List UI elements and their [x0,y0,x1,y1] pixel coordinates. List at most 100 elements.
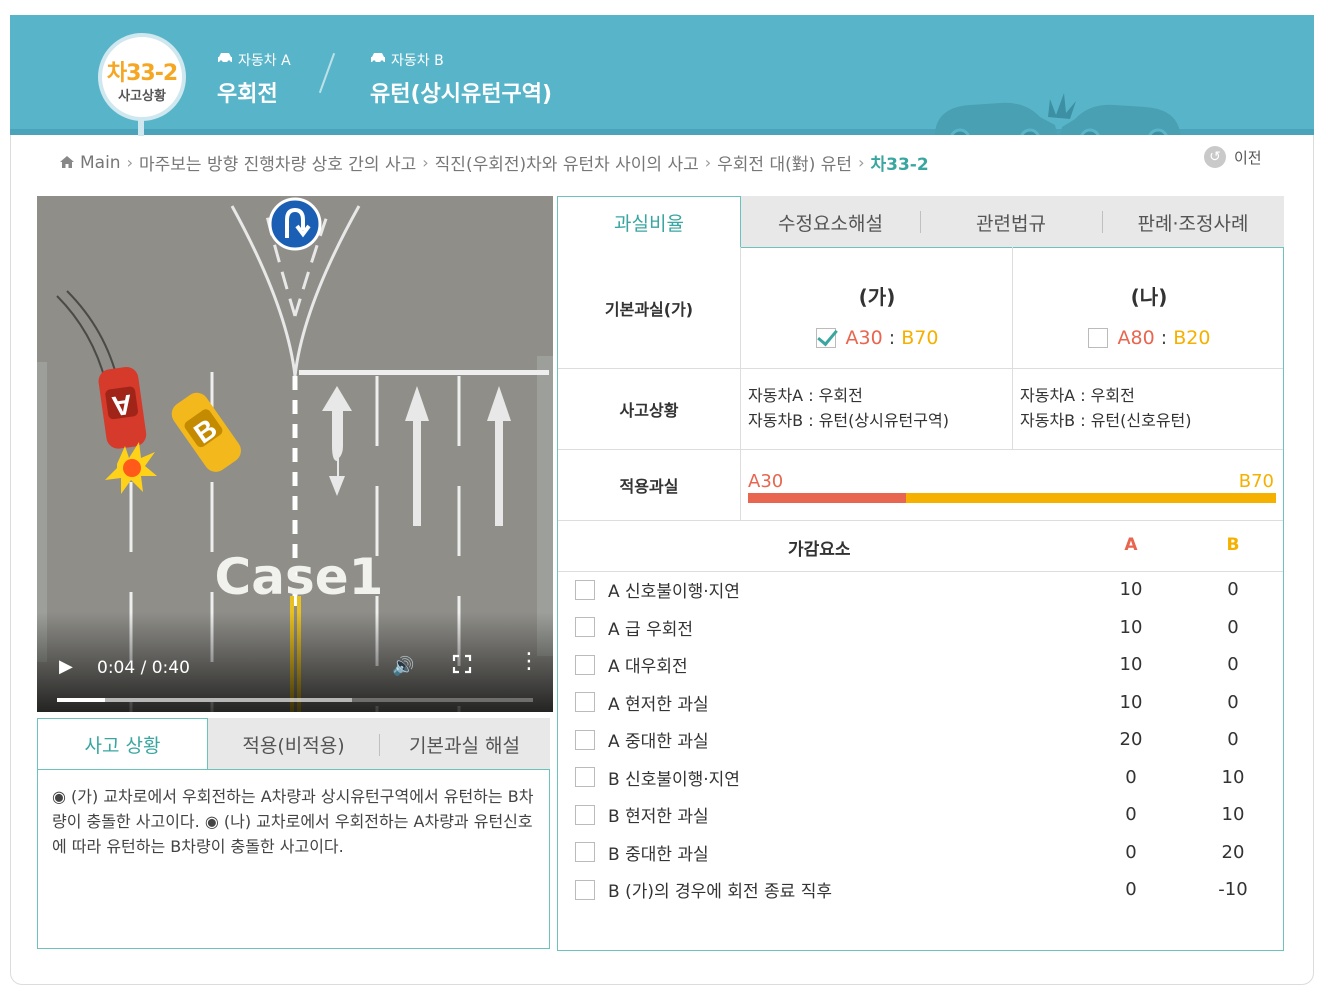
tab-adjustment-factors[interactable]: 수정요소해설 [741,196,920,248]
chevron-right-icon: › [422,153,429,172]
situation-ga-b: 자동차B : 유턴(상시유턴구역) [748,411,949,430]
factor-row[interactable]: B 중대한 과실 0 20 [558,834,1283,872]
factor-checkbox[interactable] [575,617,595,638]
crash-cars-icon [935,93,1180,135]
accident-video[interactable]: A B Case1 ▶ 0:04 / 0:40 🔊 ⋮ [37,196,553,712]
fault-ratio-panel: 기본과실(가) (가) A30 : B70 (나) A80 : B20 사고상황… [557,247,1284,951]
home-icon[interactable] [60,153,74,173]
factor-name: A 중대한 과실 [608,732,709,753]
left-tabs: 사고 상황 적용(비적용) 기본과실 해설 [37,718,550,770]
factor-row[interactable]: A 급 우회전 10 0 [558,609,1283,647]
tab-accident-situation[interactable]: 사고 상황 [37,718,208,770]
volume-icon[interactable]: 🔊 [392,656,414,677]
back-label: 이전 [1234,148,1262,167]
option-na-b: B20 [1173,327,1211,349]
vehicle-b-label: 자동차 B [391,53,444,69]
tab-divider [1102,211,1103,233]
option-ga-b: B70 [901,327,939,349]
back-button[interactable]: ↺ 이전 [1204,146,1262,168]
factor-checkbox[interactable] [575,579,595,600]
car-a-label: A [110,389,134,423]
case-code: 차33-2 [106,61,178,86]
tab-laws-label: 관련법규 [976,212,1046,235]
tab-related-laws[interactable]: 관련법규 [920,196,1102,248]
situation-label: 사고상황 [619,400,679,420]
option-na[interactable]: A80 : B20 [1013,327,1285,349]
factor-name: A 신호불이행·지연 [608,582,740,603]
car-icon [370,52,386,68]
tab-application-label: 적용(비적용) [242,734,345,757]
video-progress-bar[interactable] [57,698,533,702]
factor-a-value: 10 [1119,616,1143,638]
situation-ga-a: 자동차A : 우회전 [748,386,863,405]
case-badge: 차33-2 사고상황 [98,33,186,121]
breadcrumb-main[interactable]: Main [80,153,121,173]
factor-checkbox[interactable] [575,879,595,900]
option-na-checkbox[interactable] [1087,328,1108,348]
page-header [10,15,1314,135]
option-ga-checkbox[interactable] [815,328,836,348]
factor-row[interactable]: A 현저한 과실 10 0 [558,684,1283,722]
factor-b-value: 0 [1227,579,1239,601]
factor-checkbox[interactable] [575,654,595,675]
factor-row[interactable]: A 중대한 과실 20 0 [558,721,1283,759]
option-na-title: (나) [1130,285,1168,309]
factor-b-value: 10 [1221,804,1245,826]
chevron-right-icon: › [704,153,712,172]
vehicle-b-value: 유턴(상시유턴구역) [370,82,553,107]
tab-precedents-label: 판례·조정사례 [1137,212,1249,235]
breadcrumb-level1[interactable]: 마주보는 방향 진행차량 상호 간의 사고 [139,150,416,175]
grid-line [558,520,1283,521]
vehicle-a-info: 자동차 A 우회전 [217,50,291,108]
factor-checkbox[interactable] [575,692,595,713]
factor-a-value: 0 [1125,804,1137,826]
factor-row[interactable]: B (가)의 경우에 회전 종료 직후 0 -10 [558,871,1283,909]
factor-row[interactable]: B 신호불이행·지연 0 10 [558,759,1283,797]
factor-checkbox[interactable] [575,767,595,788]
fault-ratio-bar [748,493,1276,503]
factor-name: A 현저한 과실 [608,694,709,715]
factor-row[interactable]: A 대우회전 10 0 [558,646,1283,684]
factor-a-value: 20 [1119,729,1143,751]
breadcrumb-level3[interactable]: 우회전 대(對) 유턴 [717,150,852,175]
fullscreen-icon[interactable] [452,654,472,674]
factor-name: B 신호불이행·지연 [608,769,740,790]
video-played [57,698,105,702]
applied-a: A30 [748,471,784,492]
factor-name: B (가)의 경우에 회전 종료 직후 [608,882,832,903]
factor-checkbox[interactable] [575,729,595,750]
tab-fault-ratio[interactable]: 과실비율 [557,196,741,248]
factor-b-value: 0 [1227,616,1239,638]
situation-ga: 자동차A : 우회전 자동차B : 유턴(상시유턴구역) [748,383,949,433]
factor-checkbox[interactable] [575,804,595,825]
video-time: 0:04 / 0:40 [97,658,190,678]
breadcrumb-level2[interactable]: 직진(우회전)차와 유턴차 사이의 사고 [435,150,699,175]
tab-basic-fault-label: 기본과실 해설 [409,734,520,757]
option-ga[interactable]: A30 : B70 [741,327,1013,349]
basic-fault-label: 기본과실(가) [604,299,694,319]
tab-application[interactable]: 적용(비적용) [208,718,379,770]
more-icon[interactable]: ⋮ [518,651,540,673]
factor-name: B 현저한 과실 [608,807,709,828]
case-sub: 사고상황 [118,89,166,104]
play-icon[interactable]: ▶ [59,656,73,677]
factors-col-b: B [1226,535,1240,555]
factor-b-value: 0 [1227,654,1239,676]
applied-b: B70 [1238,471,1274,492]
tab-precedents[interactable]: 판례·조정사례 [1102,196,1284,248]
factor-checkbox[interactable] [575,842,595,863]
right-tabs: 과실비율 수정요소해설 관련법규 판례·조정사례 [557,196,1284,248]
tab-basic-fault-explanation[interactable]: 기본과실 해설 [379,718,550,770]
video-controls: ▶ 0:04 / 0:40 🔊 ⋮ [37,612,553,712]
situation-na: 자동차A : 우회전 자동차B : 유턴(신호유턴) [1020,383,1192,433]
factor-b-value: 0 [1227,729,1239,751]
factor-row[interactable]: B 현저한 과실 0 10 [558,796,1283,834]
option-na-a: A80 [1117,327,1155,349]
breadcrumb: Main › 마주보는 방향 진행차량 상호 간의 사고 › 직진(우회전)차와… [60,150,929,175]
situation-na-a: 자동차A : 우회전 [1020,386,1135,405]
factor-a-value: 10 [1119,691,1143,713]
factor-row[interactable]: A 신호불이행·지연 10 0 [558,571,1283,609]
breadcrumb-current: 차33-2 [870,155,929,175]
factor-name: A 급 우회전 [608,619,693,640]
back-icon: ↺ [1204,146,1226,168]
